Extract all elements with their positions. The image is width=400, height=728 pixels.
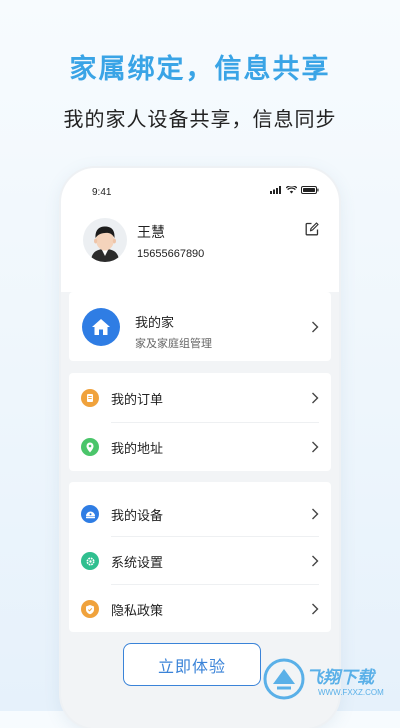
battery-icon [301,186,319,194]
orders-address-section: 我的订单 我的地址 [69,373,331,471]
settings-icon [81,552,99,570]
watermark-text: 飞翔下载 [306,668,374,688]
avatar[interactable] [83,218,127,262]
home-subtitle: 家及家庭组管理 [135,337,212,350]
promo-headline: 家属绑定，信息共享 [69,54,331,85]
menu-item-settings[interactable]: 系统设置 [69,537,331,585]
menu-item-privacy[interactable]: 隐私政策 [69,585,331,633]
watermark-logo-icon [263,658,305,700]
user-phone: 15655667890 [137,248,205,260]
menu-item-label: 我的订单 [111,393,164,408]
menu-item-orders[interactable]: 我的订单 [69,374,331,422]
chevron-right-icon [312,441,319,453]
try-now-button[interactable]: 立即体验 [123,643,261,686]
chevron-right-icon [312,603,319,615]
profile-card[interactable]: 王慧 15655667890 [61,204,339,292]
watermark-url: WWW.FXXZ.COM [318,688,384,697]
chevron-right-icon [312,392,319,404]
home-title: 我的家 [135,316,175,331]
menu-item-address[interactable]: 我的地址 [69,423,331,471]
user-name: 王慧 [137,225,165,241]
promo-subline: 我的家人设备共享，信息同步 [63,107,337,131]
status-time: 9:41 [92,187,112,198]
my-home-card[interactable]: 我的家 家及家庭组管理 [69,292,331,361]
house-icon [82,308,120,346]
chevron-right-icon [312,321,319,333]
chevron-right-icon [312,508,319,520]
edit-icon[interactable] [305,222,319,236]
signal-icon [270,186,281,194]
phone-mockup: 9:41 王慧 15655667890 我的家 家及家庭组管理 我的订单 我的地… [61,168,339,728]
menu-item-label: 我的设备 [111,509,164,524]
menu-item-label: 隐私政策 [111,604,164,619]
watermark: 飞翔下载 WWW.FXXZ.COM [262,651,394,705]
device-settings-section: 我的设备 系统设置 隐私政策 [69,482,331,632]
shield-icon [81,600,99,618]
device-icon [81,505,99,523]
menu-item-label: 我的地址 [111,442,164,457]
location-icon [81,438,99,456]
chevron-right-icon [312,555,319,567]
wifi-icon [286,186,297,194]
status-bar: 9:41 [61,168,339,204]
menu-item-label: 系统设置 [111,556,164,571]
order-icon [81,389,99,407]
menu-item-devices[interactable]: 我的设备 [69,490,331,538]
